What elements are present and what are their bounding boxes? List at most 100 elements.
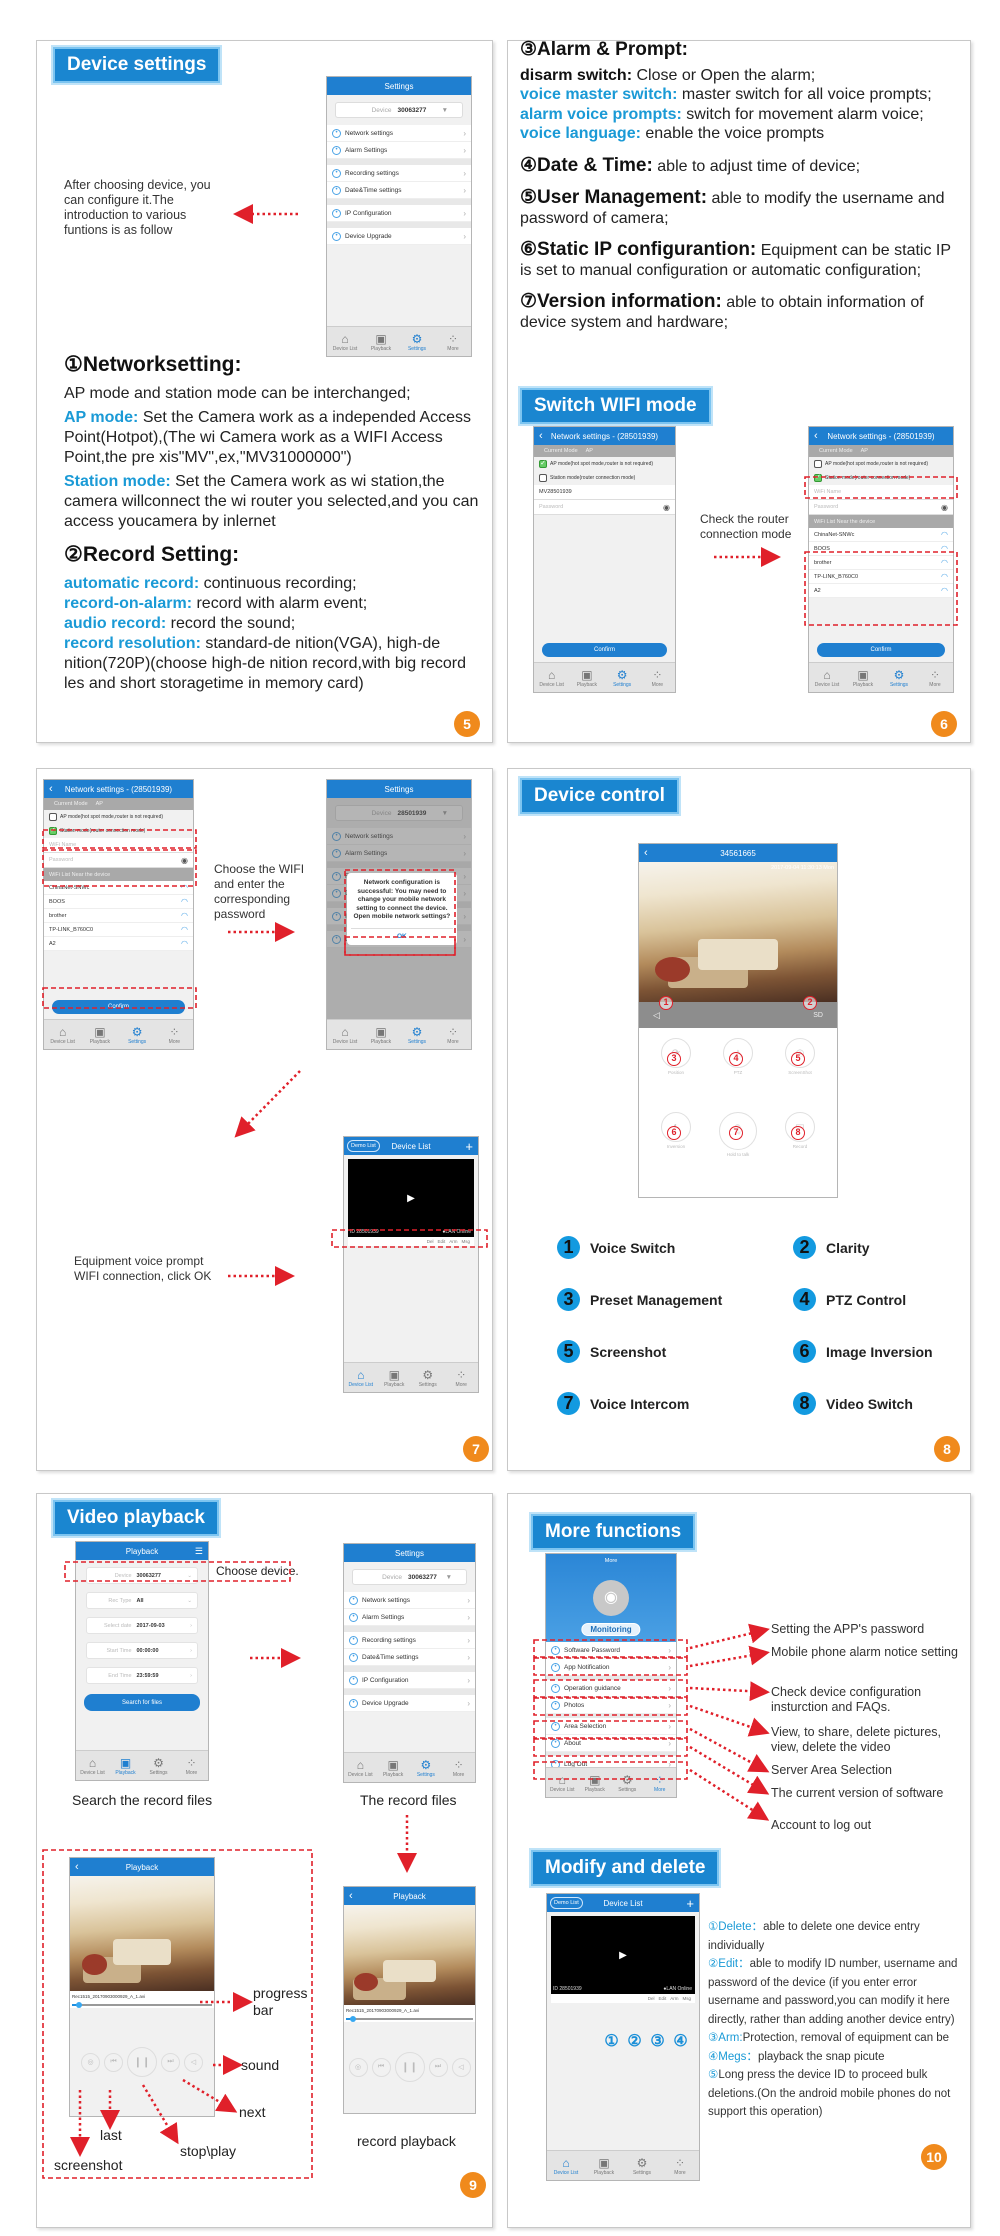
tab-more[interactable]: ⁘ More — [661, 2151, 699, 2180]
password-input[interactable]: WiFi Name — [809, 485, 953, 500]
wifi-network-item[interactable]: TP-LINK_B760C0 ◠ — [809, 570, 953, 584]
mode-option[interactable]: AP mode(hot spot mode,router is not requ… — [44, 810, 193, 824]
checkbox-checked[interactable]: ✓ — [49, 827, 57, 835]
tab-settings[interactable]: ⚙ Settings — [623, 2151, 661, 2180]
menu-item[interactable]: • Network settings › — [327, 125, 471, 142]
wifi-network-item[interactable]: A2 ◠ — [44, 937, 193, 951]
device-card[interactable]: ▶ ID 28501939 ●LAN Online Del Edit Arm Msg — [551, 1916, 695, 2003]
tab-playback[interactable]: ▣ Playback — [377, 1753, 410, 1782]
more-item[interactable]: • Area Selection › — [546, 1718, 676, 1735]
eye-icon[interactable]: ◉ — [941, 503, 948, 512]
menu-item[interactable]: • Date&Time settings › — [344, 1649, 475, 1666]
mode-option[interactable]: ✓ AP mode(hot spot mode,router is not req… — [534, 457, 675, 471]
menu-item[interactable]: • IP Configuration › — [344, 1672, 475, 1689]
tab-more[interactable]: ⁘ More — [445, 1363, 479, 1392]
previous-button[interactable]: ⏮ — [104, 2052, 123, 2072]
menu-item[interactable]: • Device Upgrade › — [344, 1695, 475, 1712]
password-input[interactable]: Password ◉ — [534, 500, 675, 515]
field-device[interactable]: Device 30063277 ⌄ — [86, 1567, 198, 1584]
tab-device-list[interactable]: ⌂ Device List — [547, 2151, 585, 2180]
wifi-network-item[interactable]: ChinaNet-SNWc ◠ — [809, 528, 953, 542]
tab-playback[interactable]: ▣ Playback — [109, 1751, 142, 1780]
tab-settings[interactable]: ⚙ Settings — [119, 1020, 156, 1049]
back-icon[interactable]: ‹ — [644, 847, 648, 859]
control-screenshot[interactable]: ◎ScreenShot5 — [769, 1038, 831, 1106]
checkbox[interactable] — [814, 460, 822, 468]
tab-device-list[interactable]: ⌂ Device List — [809, 663, 845, 692]
tab-more[interactable]: ⁘ More — [640, 663, 675, 692]
mode-option[interactable]: Station mode(router connection mode) — [534, 471, 675, 485]
confirm-button[interactable]: Confirm — [52, 1000, 185, 1014]
tab-device-list[interactable]: ⌂ Device List — [534, 663, 569, 692]
tab-more[interactable]: ⁘ More — [442, 1753, 475, 1782]
tab-device-list[interactable]: ⌂ Device List — [546, 1768, 579, 1797]
back-icon[interactable]: ‹ — [49, 783, 53, 795]
next-button[interactable]: ⏭ — [428, 2057, 448, 2077]
tab-settings[interactable]: ⚙ Settings — [611, 1768, 644, 1797]
checkbox-checked[interactable]: ✓ — [539, 460, 547, 468]
menu-icon[interactable]: ☰ — [195, 1546, 203, 1557]
password-input[interactable]: Password ◉ — [44, 853, 193, 868]
tab-device-list[interactable]: ⌂ Device List — [344, 1363, 378, 1392]
mode-option[interactable]: ✓ Station mode(router connection mode) — [809, 471, 953, 485]
tab-device-list[interactable]: ⌂ Device List — [76, 1751, 109, 1780]
wifi-network-item[interactable]: brother ◠ — [44, 909, 193, 923]
confirm-button[interactable]: Confirm — [542, 643, 667, 657]
action-del[interactable]: Del — [427, 1239, 434, 1244]
menu-item[interactable]: • Recording settings › — [327, 165, 471, 182]
progress-handle[interactable] — [76, 2002, 83, 2009]
tab-settings[interactable]: ⚙ Settings — [411, 1363, 445, 1392]
menu-item[interactable]: • Device Upgrade › — [327, 228, 471, 245]
tab-more[interactable]: ⁘ More — [644, 1768, 677, 1797]
back-icon[interactable]: ‹ — [75, 1861, 79, 1873]
demo-list-button[interactable]: Demo List — [347, 1140, 380, 1152]
more-item[interactable]: • App Notification › — [546, 1659, 676, 1676]
menu-item[interactable]: • IP Configuration › — [327, 205, 471, 222]
more-item[interactable]: • Operation guidance › — [546, 1680, 676, 1697]
control-hold-to-talk[interactable]: 🎙Hold to talk7 — [707, 1111, 769, 1188]
wifi-network-item[interactable]: BOOS ◠ — [44, 895, 193, 909]
screenshot-button[interactable]: ◎ — [348, 2057, 368, 2077]
back-icon[interactable]: ‹ — [539, 430, 543, 442]
tab-settings[interactable]: ⚙ Settings — [410, 1753, 443, 1782]
play-icon[interactable]: ▶ — [407, 1193, 415, 1204]
action-msg[interactable]: Msg — [682, 1996, 691, 2001]
back-icon[interactable]: ‹ — [814, 430, 818, 442]
field-rec-type[interactable]: Rec Type All ⌄ — [86, 1592, 198, 1609]
more-item[interactable]: • Software Password › — [546, 1642, 676, 1659]
wifi-network-item[interactable]: ChinaNet-SNWc ◠ — [44, 881, 193, 895]
field-start-time[interactable]: Start Time 00:00:00 › — [86, 1642, 198, 1659]
play-icon[interactable]: ▶ — [619, 1950, 627, 1961]
password-input[interactable]: WiFi Name — [44, 838, 193, 853]
screenshot-button[interactable]: ◎ — [81, 2052, 100, 2072]
eye-icon[interactable]: ◉ — [663, 503, 670, 512]
menu-item[interactable]: • Recording settings › — [344, 1632, 475, 1649]
tab-playback[interactable]: ▣ Playback — [845, 663, 881, 692]
tab-playback[interactable]: ▣ Playback — [81, 1020, 118, 1049]
control-ptz[interactable]: △PTZ4 — [707, 1038, 769, 1106]
tab-settings[interactable]: ⚙ Settings — [881, 663, 917, 692]
video-preview[interactable]: ▶ ID 28501939 ●LAN Online — [348, 1159, 474, 1237]
wifi-network-item[interactable]: BOOS ◠ — [809, 542, 953, 556]
tab-more[interactable]: ⁘ More — [917, 663, 953, 692]
control-record[interactable]: ▭Record8 — [769, 1111, 831, 1188]
tab-settings[interactable]: ⚙ Settings — [605, 663, 640, 692]
tab-settings[interactable]: ⚙ Settings — [142, 1751, 175, 1780]
action-edit[interactable]: Edit — [658, 1996, 666, 2001]
tab-more[interactable]: ⁘ More — [156, 1020, 193, 1049]
next-button[interactable]: ⏭ — [161, 2052, 180, 2072]
checkbox[interactable] — [539, 474, 547, 482]
menu-item[interactable]: • Date&Time settings › — [327, 182, 471, 199]
tab-device-list[interactable]: ⌂ Device List — [327, 1020, 363, 1049]
speaker-icon[interactable]: ◁ — [653, 1010, 660, 1021]
mode-option[interactable]: ✓ Station mode(router connection mode) — [44, 824, 193, 838]
field-end-time[interactable]: End Time 23:59:59 › — [86, 1667, 198, 1684]
wifi-network-item[interactable]: A2 ◠ — [809, 584, 953, 598]
action-msg[interactable]: Msg — [461, 1239, 470, 1244]
tab-device-list[interactable]: ⌂ Device List — [44, 1020, 81, 1049]
demo-list-button[interactable]: Demo List — [550, 1897, 583, 1909]
tab-playback[interactable]: ▣ Playback — [363, 1020, 399, 1049]
more-item[interactable]: • Log Out › — [546, 1756, 676, 1767]
eye-icon[interactable]: ◉ — [181, 856, 188, 865]
tab-playback[interactable]: ▣ Playback — [579, 1768, 612, 1797]
